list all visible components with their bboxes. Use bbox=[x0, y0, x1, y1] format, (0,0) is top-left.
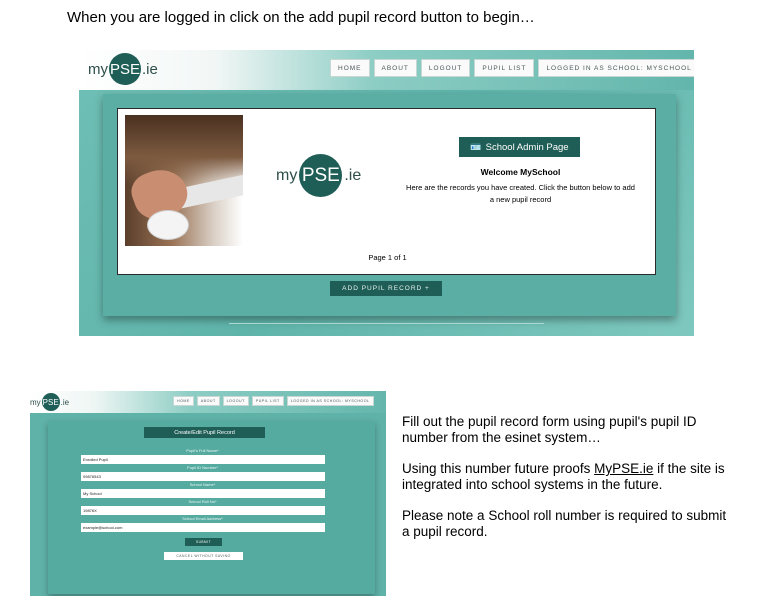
pupil-id-label: Pupil ID Number* bbox=[187, 465, 218, 470]
instruction-paragraph: Please note a School roll number is requ… bbox=[402, 508, 727, 539]
instruction-text: Using this number future proofs bbox=[402, 461, 595, 476]
roll-number-input[interactable]: 19876X bbox=[81, 506, 325, 515]
add-pupil-record-button[interactable]: ADD PUPIL RECORD + bbox=[330, 281, 442, 296]
logo-suffix: .ie bbox=[60, 397, 70, 407]
logo-circle: PSE bbox=[299, 154, 343, 197]
logo-suffix: .ie bbox=[142, 60, 158, 78]
site-header: my PSE .ie HOME ABOUT LOGOUT PUPIL LIST … bbox=[79, 50, 694, 90]
school-admin-label: School Admin Page bbox=[485, 141, 569, 153]
full-name-input[interactable]: Enrolled Pupil bbox=[81, 455, 325, 464]
school-name-input[interactable]: My School bbox=[81, 489, 325, 498]
logo-prefix: my bbox=[30, 397, 41, 407]
school-admin-page-button[interactable]: 🪪 School Admin Page bbox=[459, 137, 580, 157]
site-logo[interactable]: my PSE .ie bbox=[88, 53, 158, 85]
hand-on-mouse-image bbox=[125, 115, 243, 246]
pupil-form-screenshot: my PSE .ie HOME ABOUT LOGOUT PUPIL LIST … bbox=[30, 391, 386, 596]
email-input[interactable]: example@school.com bbox=[81, 523, 325, 532]
nav-home-button[interactable]: HOME bbox=[173, 396, 194, 406]
id-card-icon: 🪪 bbox=[470, 141, 482, 152]
nav-home-button[interactable]: HOME bbox=[330, 59, 370, 77]
logo-prefix: my bbox=[88, 60, 108, 78]
main-nav: HOME ABOUT LOGOUT PUPIL LIST LOGGED IN A… bbox=[330, 59, 694, 77]
nav-logged-in-status[interactable]: LOGGED IN AS SCHOOL: MYSCHOOL bbox=[538, 59, 694, 77]
pupil-form-panel: Create/Edit Pupil Record Pupil's Full Na… bbox=[48, 421, 375, 594]
nav-logout-button[interactable]: LOGOUT bbox=[222, 396, 249, 406]
logo-prefix: my bbox=[276, 166, 298, 184]
site-logo[interactable]: my PSE .ie bbox=[30, 393, 69, 411]
cancel-button[interactable]: CANCEL WITHOUT SAVING bbox=[164, 552, 243, 560]
nav-pupil-list-button[interactable]: PUPIL LIST bbox=[251, 396, 284, 406]
welcome-heading: Welcome MySchool bbox=[480, 167, 561, 177]
roll-number-label: School Roll No* bbox=[188, 499, 217, 504]
instruction-paragraph: Using this number future proofs MyPSE.ie… bbox=[402, 461, 732, 493]
pupil-id-input[interactable]: 09876543 bbox=[81, 472, 325, 481]
records-description: Here are the records you have created. C… bbox=[406, 183, 635, 204]
logo-circle: PSE bbox=[41, 393, 60, 411]
email-label: School Email Address* bbox=[182, 516, 223, 521]
main-nav: HOME ABOUT LOGOUT PUPIL LIST LOGGED IN A… bbox=[173, 396, 374, 406]
instruction-paragraph: Fill out the pupil record form using pup… bbox=[402, 414, 697, 445]
intro-text: When you are logged in click on the add … bbox=[67, 9, 535, 26]
nav-about-button[interactable]: ABOUT bbox=[373, 59, 417, 77]
form-title: Create/Edit Pupil Record bbox=[144, 427, 265, 438]
center-logo: my PSE .ie bbox=[276, 154, 361, 197]
logo-suffix: .ie bbox=[344, 166, 362, 184]
nav-logout-button[interactable]: LOGOUT bbox=[420, 59, 471, 77]
site-header: my PSE .ie HOME ABOUT LOGOUT PUPIL LIST … bbox=[30, 391, 386, 413]
divider bbox=[229, 323, 544, 324]
nav-logged-in-status[interactable]: LOGGED IN AS SCHOOL: MYSCHOOL bbox=[286, 396, 374, 406]
submit-button[interactable]: SUBMIT bbox=[185, 538, 222, 546]
nav-about-button[interactable]: ABOUT bbox=[196, 396, 220, 406]
instructions: Fill out the pupil record form using pup… bbox=[402, 414, 732, 555]
admin-page-screenshot: my PSE .ie HOME ABOUT LOGOUT PUPIL LIST … bbox=[79, 50, 694, 336]
school-name-label: School Name* bbox=[189, 482, 216, 487]
nav-pupil-list-button[interactable]: PUPIL LIST bbox=[474, 59, 535, 77]
logo-circle: PSE bbox=[109, 53, 141, 85]
admin-panel: my PSE .ie 🪪 School Admin Page Welcome M… bbox=[103, 94, 676, 316]
mypse-link[interactable]: MyPSE.ie bbox=[594, 461, 653, 476]
page-indicator: Page 1 of 1 bbox=[368, 253, 407, 262]
full-name-label: Pupil's Full Name* bbox=[186, 448, 219, 453]
admin-card: my PSE .ie 🪪 School Admin Page Welcome M… bbox=[117, 108, 656, 275]
